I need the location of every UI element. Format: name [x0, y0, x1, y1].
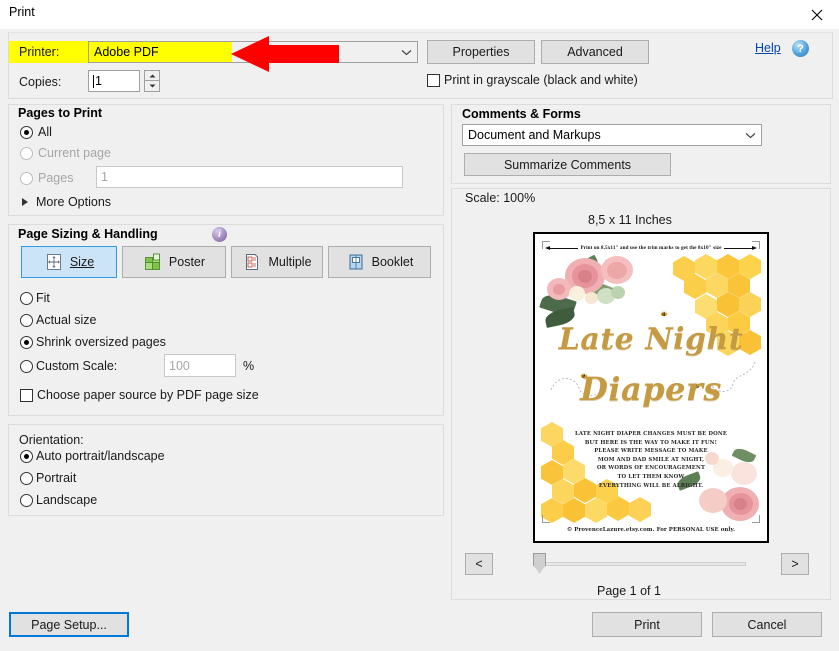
- radio-current-page-label[interactable]: Current page: [38, 146, 111, 160]
- pages-range-value: 1: [101, 170, 108, 184]
- multiple-mode-button[interactable]: Multiple: [231, 246, 323, 278]
- chevron-down-icon[interactable]: [740, 125, 761, 145]
- info-icon[interactable]: i: [212, 227, 227, 242]
- close-icon[interactable]: [795, 0, 839, 29]
- page-indicator: Page 1 of 1: [597, 584, 661, 598]
- more-options-link[interactable]: More Options: [36, 195, 111, 209]
- poem-line: EVERYTHING WILL BE ALRIGHT.: [598, 482, 704, 489]
- page-setup-button[interactable]: Page Setup...: [9, 612, 129, 637]
- summarize-comments-button[interactable]: Summarize Comments: [464, 153, 671, 176]
- copies-value: 1: [95, 74, 102, 88]
- question-mark-icon[interactable]: ?: [792, 40, 809, 57]
- custom-scale-value: 100: [169, 358, 190, 373]
- trim-corner-mark: [542, 241, 550, 249]
- page-slider-track[interactable]: [533, 562, 746, 566]
- comments-forms-value: Document and Markups: [468, 128, 601, 142]
- radio-fit[interactable]: [20, 292, 33, 305]
- prev-page-button[interactable]: <: [465, 553, 493, 575]
- comments-forms-header: Comments & Forms: [462, 107, 581, 121]
- poem-line: OR WORDS OF ENCOURAGEMENT: [596, 465, 706, 472]
- booklet-icon: [346, 252, 366, 272]
- doc-poem: LATE NIGHT DIAPER CHANGES MUST BE DONE B…: [539, 430, 763, 490]
- radio-pages[interactable]: [20, 172, 33, 185]
- preview-sheet: Print on 8.5x11" and use the trim marks …: [539, 238, 763, 537]
- help-link[interactable]: Help: [755, 41, 781, 55]
- caret-up-icon[interactable]: [144, 70, 160, 81]
- scale-label: Scale: 100%: [465, 191, 536, 205]
- comments-forms-select[interactable]: Document and Markups: [462, 124, 762, 146]
- doc-title-line1: Late Night: [558, 322, 744, 357]
- page-preview[interactable]: Print on 8.5x11" and use the trim marks …: [533, 232, 769, 543]
- size-mode-button[interactable]: Size: [21, 246, 117, 278]
- printer-select-value: Adobe PDF: [94, 45, 159, 59]
- radio-landscape[interactable]: [20, 494, 33, 507]
- paper-source-checkbox[interactable]: [20, 389, 33, 402]
- grayscale-checkbox[interactable]: [427, 74, 440, 87]
- caret-down-icon[interactable]: [144, 81, 160, 92]
- poster-tiles-icon: [143, 252, 163, 272]
- booklet-mode-label: Booklet: [371, 255, 414, 269]
- booklet-mode-button[interactable]: Booklet: [328, 246, 431, 278]
- print-button[interactable]: Print: [592, 612, 702, 637]
- chevron-down-icon[interactable]: [396, 42, 417, 62]
- cancel-button[interactable]: Cancel: [712, 612, 822, 637]
- bee-icon: [659, 306, 668, 317]
- poem-line: LATE NIGHT DIAPER CHANGES MUST BE DONE: [574, 431, 728, 437]
- trim-note-text: Print on 8.5x11" and use the trim marks …: [578, 244, 724, 251]
- custom-scale-input[interactable]: 100: [164, 354, 236, 377]
- poem-line: BUT HERE IS THE WAY TO MAKE IT FUN!: [584, 439, 718, 446]
- radio-custom-scale[interactable]: [20, 360, 33, 373]
- radio-custom-scale-label[interactable]: Custom Scale:: [36, 359, 117, 373]
- page-sizing-header: Page Sizing & Handling: [18, 227, 158, 241]
- advanced-button[interactable]: Advanced: [541, 40, 649, 64]
- poem-line: TO LET THEM KNOW: [617, 473, 685, 480]
- poster-mode-button[interactable]: Poster: [122, 246, 226, 278]
- doc-title-line2: Diapers: [580, 370, 722, 408]
- multiple-mode-label: Multiple: [268, 255, 312, 269]
- paper-size-label: 8,5 x 11 Inches: [588, 213, 672, 227]
- copies-input[interactable]: 1: [88, 70, 140, 92]
- title-bar: Print: [0, 0, 839, 29]
- radio-shrink-oversized[interactable]: [20, 336, 33, 349]
- percent-label: %: [243, 359, 255, 373]
- size-mode-label: Size: [69, 255, 95, 269]
- red-annotation-arrow: [231, 36, 339, 72]
- radio-auto-orientation-label[interactable]: Auto portrait/landscape: [36, 449, 165, 463]
- multiple-pages-icon: [242, 252, 262, 272]
- resize-page-icon: [44, 252, 64, 272]
- radio-fit-label[interactable]: Fit: [36, 291, 50, 305]
- trim-corner-mark: [542, 515, 550, 523]
- radio-all-label[interactable]: All: [38, 125, 52, 139]
- radio-landscape-label[interactable]: Landscape: [36, 493, 97, 507]
- radio-all[interactable]: [20, 126, 33, 139]
- pages-range-input[interactable]: 1: [96, 166, 403, 188]
- next-page-button[interactable]: >: [781, 553, 809, 575]
- triangle-right-icon[interactable]: [22, 198, 28, 206]
- poster-mode-label: Poster: [168, 255, 206, 269]
- trim-note: Print on 8.5x11" and use the trim marks …: [545, 242, 757, 253]
- doc-copyright: © ProvenceLazure.etsy.com. For PERSONAL …: [566, 527, 736, 533]
- radio-pages-label[interactable]: Pages: [38, 171, 73, 185]
- paper-source-label[interactable]: Choose paper source by PDF page size: [37, 388, 259, 402]
- radio-portrait[interactable]: [20, 472, 33, 485]
- copies-label: Copies:: [19, 75, 62, 89]
- grayscale-label[interactable]: Print in grayscale (black and white): [444, 73, 638, 87]
- poem-line: PLEASE WRITE MESSAGE TO MAKE: [594, 448, 708, 455]
- poem-line: MOM AND DAD SMILE AT NIGHT,: [597, 456, 705, 463]
- radio-auto-orientation[interactable]: [20, 450, 33, 463]
- radio-actual-size[interactable]: [20, 314, 33, 327]
- orientation-header: Orientation:: [19, 433, 84, 447]
- copies-stepper[interactable]: [144, 70, 160, 92]
- radio-portrait-label[interactable]: Portrait: [36, 471, 76, 485]
- radio-current-page[interactable]: [20, 147, 33, 160]
- window-title: Print: [9, 5, 35, 19]
- printer-label: Printer:: [19, 45, 60, 59]
- radio-actual-size-label[interactable]: Actual size: [36, 313, 96, 327]
- trim-corner-mark: [752, 515, 760, 523]
- pages-to-print-header: Pages to Print: [18, 106, 103, 120]
- print-dialog: Print Printer: Adobe PDF Properties Adva…: [0, 0, 839, 651]
- radio-shrink-oversized-label[interactable]: Shrink oversized pages: [36, 335, 166, 349]
- trim-corner-mark: [752, 241, 760, 249]
- properties-button[interactable]: Properties: [427, 40, 535, 64]
